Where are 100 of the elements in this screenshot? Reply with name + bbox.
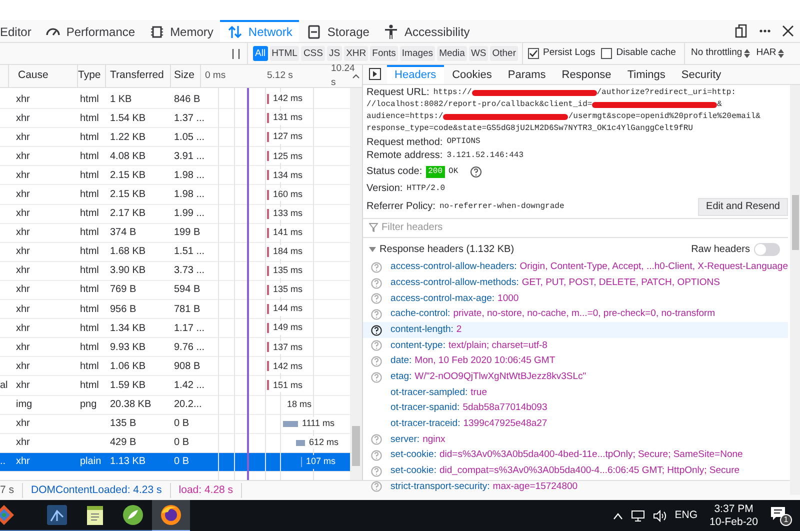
field-label: Status code: (366, 165, 422, 179)
table-cell: img (16, 399, 32, 410)
close-icon (782, 25, 794, 37)
detail-tab[interactable]: Params (500, 65, 554, 84)
filter-button[interactable]: CSS (301, 46, 325, 61)
header-name: ot-tracer-spanid: (390, 401, 460, 416)
request-row[interactable]: xhr html 4.08 KB 3.91 ... 125 ms (0, 147, 350, 166)
column-header[interactable]: Type (78, 68, 101, 84)
toolbox-tab[interactable]: Performance (38, 20, 142, 42)
request-row[interactable]: img png 20.38 KB 20.2... 18 ms (0, 396, 350, 415)
scrollbar[interactable] (350, 88, 362, 480)
raw-headers-toggle[interactable] (754, 242, 780, 256)
header-value: Mon, 10 Feb 2020 10:06:45 GMT (414, 354, 556, 368)
header-name: content-length: (390, 322, 454, 337)
dropdown[interactable]: HAR (756, 46, 784, 61)
globe-icon (159, 503, 183, 527)
toolbox-tab[interactable]: Storage (299, 20, 376, 42)
timing-label: 127 ms (272, 130, 304, 144)
checkbox[interactable] (528, 48, 540, 59)
table-cell: 1.68 KB (110, 246, 146, 258)
request-row[interactable]: xhr html 1.54 KB 1.37 ... 131 ms (0, 109, 350, 128)
timing-label: 151 ms (272, 378, 304, 392)
table-cell: html (80, 284, 99, 296)
request-row[interactable]: xhr html 3.90 KB 3.73 ... 135 ms (0, 262, 350, 281)
sort-arrows-icon (744, 49, 750, 58)
url-text: & (717, 98, 722, 110)
detail-tab[interactable]: Timings (619, 65, 674, 84)
toolbox-tab[interactable]: Editor (0, 20, 38, 42)
filter-field[interactable]: Filter headers (382, 220, 788, 235)
header-value: 2 (456, 322, 462, 337)
table-cell: xhr (16, 265, 30, 276)
filter-button[interactable]: Fonts (370, 46, 398, 61)
request-row[interactable]: .. xhr plain 1.13 KB 0 B 107 ms (0, 452, 350, 472)
table-cell: html (80, 132, 99, 143)
section-title[interactable]: Response headers (1.132 KB) (380, 242, 514, 256)
request-row[interactable]: xhr html 1.06 KB 908 B 142 ms (0, 357, 350, 376)
scrollbar[interactable] (790, 84, 800, 495)
timing-label: 107 ms (305, 455, 337, 469)
request-row[interactable]: xhr html 1.68 KB 1.51 ... 184 ms (0, 242, 350, 262)
request-row[interactable]: xhr html 1.22 KB 1.05 ... 127 ms (0, 128, 350, 148)
table-cell: .. (0, 456, 6, 468)
toolbox-tab[interactable]: Network (220, 20, 300, 42)
request-row[interactable]: xhr html 769 B 594 B 135 ms (0, 280, 350, 300)
timing-label: 141 ms (272, 226, 304, 240)
request-row[interactable]: al xhr html 1.59 KB 1.42 ... 151 ms (0, 376, 350, 396)
request-row[interactable]: xhr html 956 B 781 B 144 ms (0, 300, 350, 320)
filter-button[interactable]: HTML (270, 46, 300, 61)
header-value: 1399c47925e48a27 (463, 417, 548, 432)
filter-button[interactable]: Images (400, 46, 436, 61)
request-row[interactable]: xhr html 2.15 KB 1.98 ... 160 ms (0, 185, 350, 205)
request-row[interactable]: xhr html 1 KB 846 B 142 ms (0, 90, 350, 110)
dropdown[interactable]: No throttling (690, 46, 750, 61)
filter-button[interactable]: WS (468, 46, 488, 61)
header-name: server: (390, 432, 420, 447)
request-row[interactable]: xhr html 374 B 199 B 141 ms (0, 224, 350, 243)
language-indicator[interactable]: ENG (674, 508, 698, 524)
column-header[interactable]: Size (174, 68, 194, 84)
filter-button[interactable]: All (253, 46, 268, 61)
table-cell: xhr (16, 208, 30, 220)
table-cell: xhr (16, 380, 30, 391)
detail-tab[interactable]: Cookies (444, 65, 500, 84)
request-row[interactable]: xhr html 2.17 KB 1.99 ... 133 ms (0, 204, 350, 224)
checkbox-label[interactable]: Disable cache (616, 46, 676, 61)
request-row[interactable]: xhr html 2.15 KB 1.98 ... 134 ms (0, 166, 350, 186)
clock-time[interactable]: 3:37 PM (714, 503, 754, 516)
timing-label: 131 ms (272, 111, 304, 125)
funnel-icon (368, 223, 378, 232)
taskbar-app[interactable] (152, 500, 190, 531)
filter-button[interactable]: Media (437, 46, 467, 61)
request-row[interactable]: xhr 135 B 0 B 1111 ms (0, 414, 350, 434)
checkbox[interactable] (601, 48, 612, 59)
toolbox-tab[interactable]: Accessibility (376, 20, 477, 42)
table-cell: xhr (16, 342, 30, 353)
header-value: max-age=15724800 (492, 480, 578, 494)
collapse-triangle-icon (368, 246, 376, 252)
field-label: Request method: (366, 136, 443, 150)
clock-date[interactable]: 10-Feb-20 (710, 516, 758, 529)
chip-icon (149, 24, 166, 40)
column-header[interactable]: Cause (18, 68, 48, 84)
table-cell: 1.05 ... (174, 132, 205, 143)
header-name: access-control-allow-headers: (390, 260, 517, 274)
detail-tab[interactable]: Security (673, 65, 730, 84)
help-icon (370, 356, 382, 367)
request-row[interactable]: xhr html 1.34 KB 1.17 ... 149 ms (0, 319, 350, 338)
filter-button[interactable]: XHR (344, 46, 368, 61)
header-value: Origin, Content-Type, Accept, ...h0-Client, X-Request-Language (520, 260, 788, 274)
request-row[interactable]: xhr html 9.93 KB 9.76 ... 137 ms (0, 338, 350, 358)
field-label: Referrer Policy: (366, 200, 436, 214)
checkbox-label[interactable]: Persist Logs (543, 46, 596, 61)
header-value: text/plain; charset=utf-8 (448, 338, 548, 353)
filter-button[interactable]: Other (490, 46, 518, 61)
filter-button[interactable]: JS (326, 46, 342, 61)
table-cell: 1.51 ... (174, 246, 205, 258)
request-row[interactable]: xhr 429 B 0 B 612 ms (0, 434, 350, 453)
column-header[interactable]: Transferred (110, 68, 164, 84)
timing-label: 149 ms (272, 321, 304, 335)
detail-tab[interactable]: Headers (386, 65, 444, 84)
edit-and-resend-button[interactable]: Edit and Resend (698, 198, 788, 216)
toolbox-tab[interactable]: Memory (142, 20, 220, 42)
detail-tab[interactable]: Response (554, 65, 620, 84)
